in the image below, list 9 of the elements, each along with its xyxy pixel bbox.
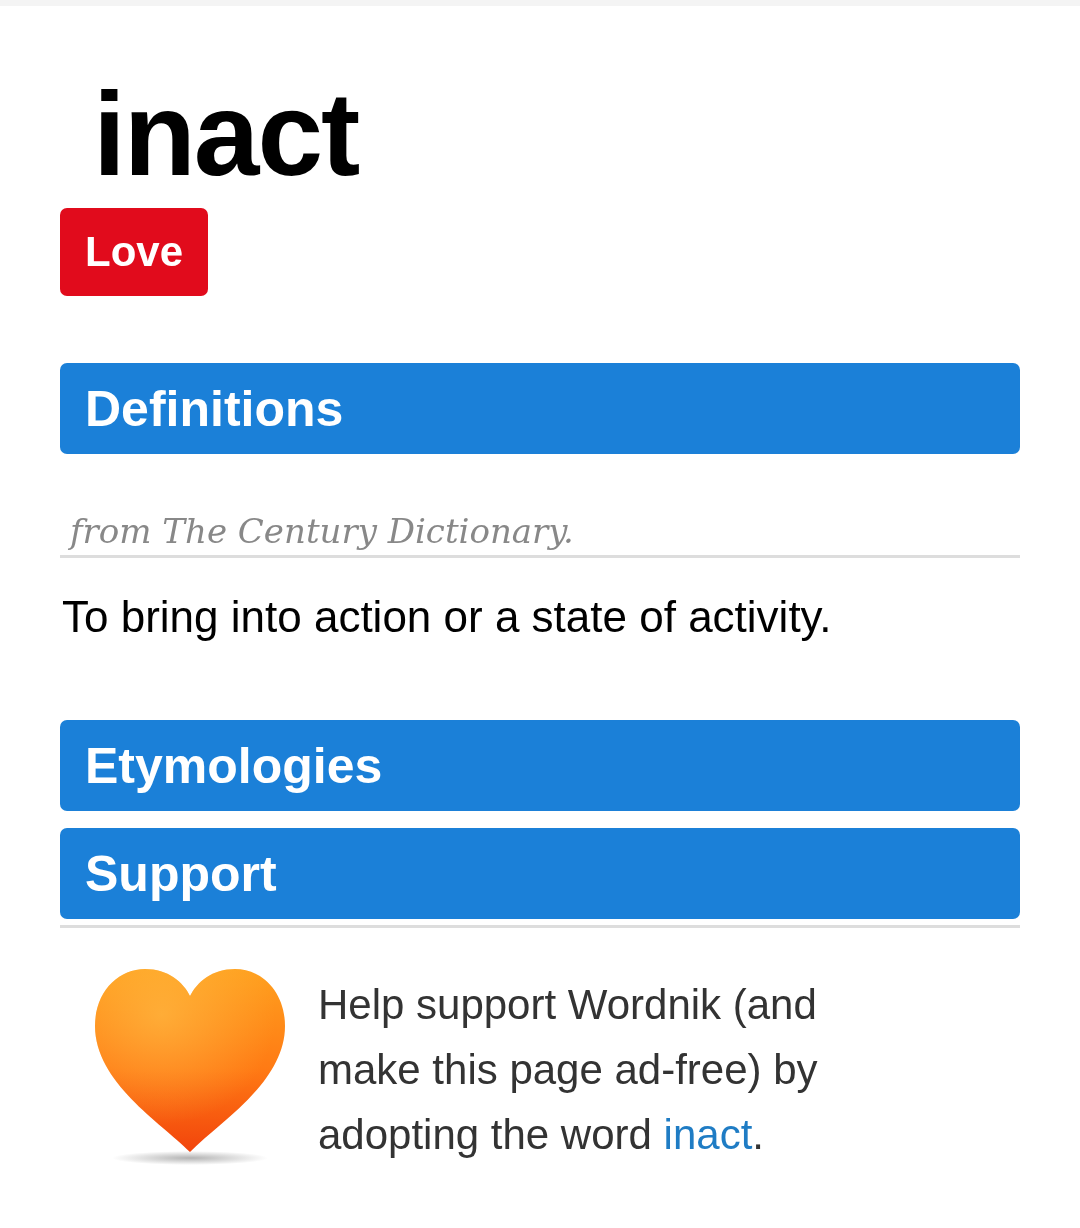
word-link[interactable]: inact [663, 1111, 753, 1158]
support-message: Help support Wordnik (and make this page ad-free) by adopting the word inact. [318, 980, 819, 1160]
word-title: inact [93, 75, 359, 193]
love-button[interactable]: Love [60, 208, 208, 296]
definition-source: from The Century Dictionary. [60, 507, 1020, 558]
section-header[interactable]: Etymologies [60, 720, 1020, 811]
definition-text: To bring into action or a state of activity. [62, 591, 833, 643]
section-header[interactable]: Definitions [60, 363, 1020, 454]
section-header[interactable]: Support [60, 828, 1020, 919]
